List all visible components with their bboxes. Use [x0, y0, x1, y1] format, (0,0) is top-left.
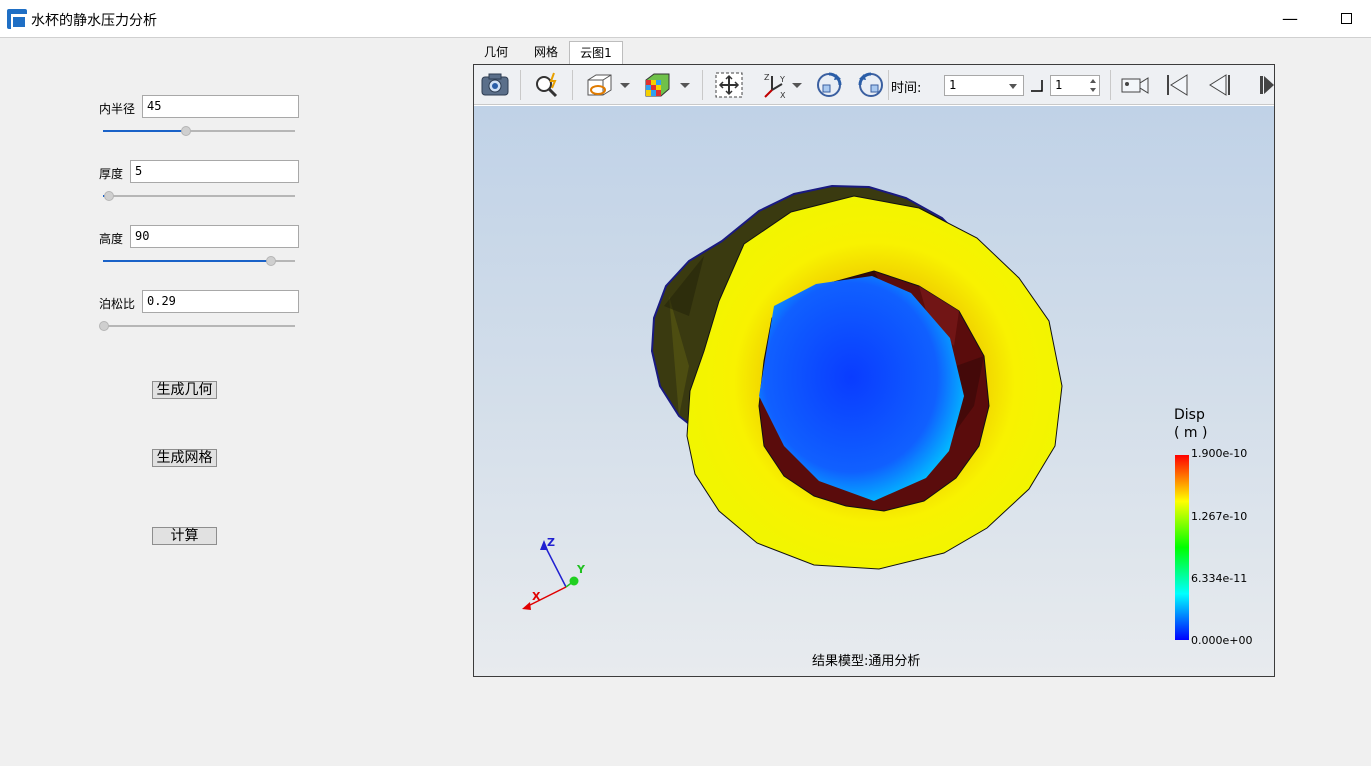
height-label: 高度	[99, 232, 124, 246]
toolbar-separator	[702, 70, 703, 100]
slider-fill	[103, 260, 275, 262]
thickness-slider[interactable]	[103, 190, 295, 202]
viewer-toolbar: Z Y X 时间: 1 1	[474, 65, 1274, 105]
poisson-label: 泊松比	[99, 297, 136, 311]
slider-fill	[103, 130, 190, 132]
chevron-down-icon[interactable]	[680, 83, 690, 88]
slider-thumb[interactable]	[266, 256, 276, 266]
toolbar-separator	[520, 70, 521, 100]
toolbar-separator	[1110, 70, 1111, 100]
toolbar-separator	[572, 70, 573, 100]
next-frame-icon[interactable]	[1252, 70, 1275, 100]
slider-track	[103, 325, 295, 327]
legend-title: Disp	[1174, 407, 1205, 423]
step-up-icon[interactable]	[1090, 79, 1096, 83]
time-label: 时间:	[891, 81, 922, 96]
svg-text:Y: Y	[779, 75, 785, 84]
frame-step-input[interactable]: 1	[1050, 75, 1100, 96]
height-slider[interactable]	[103, 255, 295, 267]
frame-step-value: 1	[1055, 78, 1063, 92]
axes-triad	[522, 540, 579, 610]
axis-z-label: Z	[547, 536, 555, 549]
toolbar-separator	[888, 70, 889, 100]
model-label: 结果模型:通用分析	[812, 654, 921, 669]
zoom-icon[interactable]	[532, 70, 562, 100]
thickness-input[interactable]: 5	[130, 160, 299, 183]
maximize-icon	[1340, 13, 1352, 24]
axis-y-label: Y	[576, 563, 586, 576]
time-select-value: 1	[949, 78, 957, 92]
poisson-slider[interactable]	[99, 320, 295, 332]
minimize-button[interactable]: —	[1278, 8, 1302, 30]
svg-text:X: X	[780, 91, 786, 100]
axis-x-label: X	[532, 590, 541, 603]
rotate-cw-icon[interactable]	[814, 70, 844, 100]
thickness-label: 厚度	[99, 167, 124, 181]
result-viewer[interactable]: Z Y X 时间: 1 1 Z Y X Disp (m) 1.900e-10…	[473, 64, 1275, 677]
svg-text:Z: Z	[764, 73, 770, 82]
prev-frame-icon[interactable]	[1204, 70, 1234, 100]
generate-mesh-button[interactable]: 生成网格	[152, 449, 217, 467]
first-frame-icon[interactable]	[1162, 70, 1192, 100]
camera-icon[interactable]	[480, 70, 510, 100]
generate-geometry-button[interactable]: 生成几何	[152, 381, 217, 399]
inner-radius-slider[interactable]	[103, 125, 295, 137]
time-select[interactable]: 1	[944, 75, 1024, 96]
color-cube-icon[interactable]	[642, 70, 672, 100]
maximize-button[interactable]	[1334, 8, 1358, 30]
chevron-down-icon[interactable]	[620, 83, 630, 88]
poisson-input[interactable]: 0.29	[142, 290, 299, 313]
height-input[interactable]: 90	[130, 225, 299, 248]
legend-color-bar	[1175, 455, 1189, 640]
chevron-down-icon[interactable]	[792, 83, 802, 88]
tab-contour[interactable]: 云图1	[569, 41, 623, 65]
render-canvas[interactable]: Z Y X Disp ( m ) 1.900e-10 1.267e-10 6.3…	[474, 106, 1274, 676]
step-down-icon[interactable]	[1090, 88, 1096, 92]
step-corner-icon	[1031, 80, 1043, 92]
compute-button[interactable]: 计算	[152, 527, 217, 545]
app-icon	[7, 9, 27, 29]
chevron-down-icon	[1009, 84, 1017, 89]
window-title: 水杯的静水压力分析	[31, 13, 157, 29]
title-bar: 水杯的静水压力分析 —	[0, 0, 1371, 38]
axes-icon[interactable]: Z Y X	[760, 70, 790, 100]
slider-thumb[interactable]	[99, 321, 109, 331]
display-mode-icon[interactable]	[584, 70, 614, 100]
slider-thumb[interactable]	[181, 126, 191, 136]
inner-radius-label: 内半径	[99, 102, 136, 116]
camera-record-icon[interactable]	[1120, 70, 1150, 100]
fit-view-icon[interactable]	[714, 70, 744, 100]
legend-tick: 6.334e-11	[1191, 572, 1248, 585]
legend-unit: ( m )	[1174, 425, 1208, 441]
legend-tick: 0.000e+00	[1191, 634, 1253, 647]
tab-mesh[interactable]: 网格	[524, 41, 568, 65]
slider-thumb[interactable]	[104, 191, 114, 201]
cup-result-model[interactable]: Z Y X	[474, 106, 1274, 676]
rotate-ccw-icon[interactable]	[856, 70, 886, 100]
inner-radius-input[interactable]: 45	[142, 95, 299, 118]
legend-tick: 1.900e-10	[1191, 447, 1248, 460]
tab-geometry[interactable]: 几何	[474, 41, 518, 65]
slider-track	[103, 195, 295, 197]
legend-tick: 1.267e-10	[1191, 510, 1248, 523]
